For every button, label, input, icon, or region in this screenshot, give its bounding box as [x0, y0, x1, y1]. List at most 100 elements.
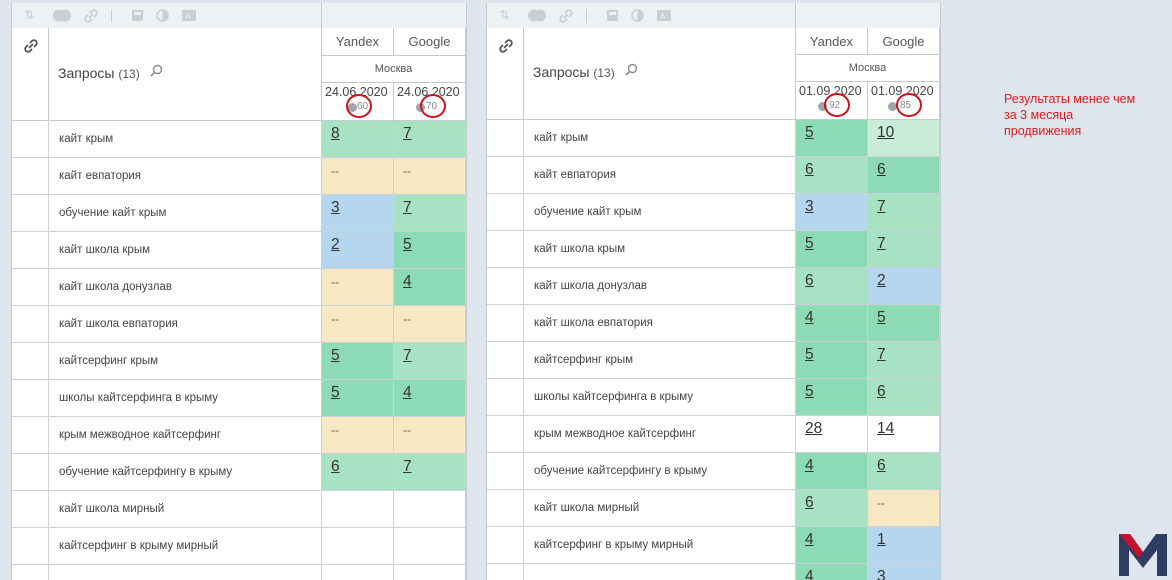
position-cell-yandex[interactable]: 6 — [322, 454, 394, 490]
position-value[interactable]: 5 — [322, 384, 340, 401]
date-header-yandex[interactable]: 01.09.2020 92 — [796, 82, 868, 120]
calculator-icon[interactable] — [606, 9, 619, 22]
calculator-icon[interactable] — [131, 9, 144, 22]
engine-header-google[interactable]: Google — [394, 28, 466, 56]
row-link-cell[interactable] — [12, 195, 49, 231]
position-cell-yandex[interactable]: 4 — [796, 453, 868, 489]
position-value[interactable]: 5 — [394, 236, 412, 253]
position-cell-yandex[interactable]: 6 — [796, 490, 868, 526]
engine-header-google[interactable]: Google — [868, 28, 940, 55]
position-cell-google[interactable]: 7 — [394, 343, 466, 379]
row-link-cell[interactable] — [487, 564, 524, 580]
position-cell-google[interactable]: 6 — [868, 379, 940, 415]
engine-header-yandex[interactable]: Yandex — [322, 28, 394, 56]
row-link-cell[interactable] — [12, 528, 49, 564]
row-link-cell[interactable] — [12, 454, 49, 490]
row-link-cell[interactable] — [12, 158, 49, 194]
position-value[interactable]: 4 — [394, 273, 412, 290]
row-link-cell[interactable] — [487, 379, 524, 415]
position-value[interactable]: 3 — [796, 198, 814, 215]
row-link-cell[interactable] — [487, 268, 524, 304]
position-cell-yandex[interactable]: 6 — [796, 157, 868, 193]
position-value[interactable]: 4 — [394, 384, 412, 401]
position-value[interactable]: 5 — [796, 383, 814, 400]
position-cell-google[interactable]: 7 — [394, 195, 466, 231]
link-icon[interactable] — [559, 9, 573, 23]
position-value[interactable]: 4 — [796, 457, 814, 474]
link-icon[interactable] — [498, 38, 514, 54]
row-link-cell[interactable] — [12, 232, 49, 268]
position-cell-google[interactable]: 10 — [868, 120, 940, 156]
row-link-cell[interactable] — [12, 380, 49, 416]
date-header-yandex[interactable]: 24.06.2020 60 — [322, 83, 394, 121]
position-value[interactable]: 7 — [394, 125, 412, 142]
position-value[interactable]: 5 — [322, 347, 340, 364]
position-cell-google[interactable]: 3 — [868, 564, 940, 580]
position-cell-yandex[interactable]: 4 — [796, 527, 868, 563]
position-cell-google[interactable]: 4 — [394, 380, 466, 416]
toggle-icon[interactable] — [527, 9, 547, 22]
position-cell-yandex[interactable]: 2 — [322, 232, 394, 268]
position-cell-google[interactable]: 7 — [868, 342, 940, 378]
row-link-cell[interactable] — [12, 565, 49, 580]
position-cell-yandex[interactable]: 5 — [322, 380, 394, 416]
position-cell-yandex[interactable]: 5 — [796, 379, 868, 415]
position-value[interactable]: 4 — [796, 309, 814, 326]
toggle-icon[interactable] — [52, 9, 72, 22]
position-cell-google[interactable]: 7 — [394, 454, 466, 490]
row-link-cell[interactable] — [487, 231, 524, 267]
position-cell-yandex[interactable]: 6 — [796, 268, 868, 304]
row-link-cell[interactable] — [487, 157, 524, 193]
position-cell-google[interactable]: 6 — [868, 157, 940, 193]
position-cell-yandex[interactable]: 28 — [796, 416, 868, 452]
row-link-cell[interactable] — [12, 491, 49, 527]
row-link-cell[interactable] — [12, 121, 49, 157]
position-value[interactable]: 6 — [868, 383, 886, 400]
position-value[interactable]: 2 — [322, 236, 340, 253]
position-cell-google[interactable]: 14 — [868, 416, 940, 452]
position-value[interactable]: 6 — [796, 272, 814, 289]
position-value[interactable]: 1 — [868, 531, 886, 548]
row-link-cell[interactable] — [487, 305, 524, 341]
text-size-icon[interactable]: A — [657, 9, 671, 22]
position-value[interactable]: 2 — [868, 272, 886, 289]
position-value[interactable]: 5 — [868, 309, 886, 326]
position-cell-yandex[interactable]: 5 — [796, 231, 868, 267]
row-link-cell[interactable] — [12, 417, 49, 453]
position-cell-google[interactable]: 7 — [868, 194, 940, 230]
position-cell-google[interactable]: 7 — [394, 121, 466, 157]
date-header-google[interactable]: 01.09.2020 85 — [868, 82, 940, 120]
position-value[interactable]: 6 — [796, 494, 814, 511]
row-link-cell[interactable] — [12, 269, 49, 305]
search-icon[interactable] — [625, 63, 638, 76]
position-value[interactable]: 14 — [868, 420, 894, 437]
text-size-icon[interactable]: A — [182, 9, 196, 22]
position-value[interactable]: 6 — [322, 458, 340, 475]
row-link-cell[interactable] — [487, 527, 524, 563]
position-cell-google[interactable]: 6 — [868, 453, 940, 489]
position-value[interactable]: 7 — [868, 198, 886, 215]
position-value[interactable]: 28 — [796, 420, 822, 437]
position-cell-yandex[interactable]: 4 — [796, 564, 868, 580]
position-value[interactable]: 5 — [796, 346, 814, 363]
row-link-cell[interactable] — [487, 490, 524, 526]
position-value[interactable]: 7 — [868, 235, 886, 252]
position-value[interactable]: 6 — [796, 161, 814, 178]
position-cell-yandex[interactable]: 3 — [322, 195, 394, 231]
position-cell-yandex[interactable]: 4 — [796, 305, 868, 341]
row-link-cell[interactable] — [487, 342, 524, 378]
position-value[interactable]: 3 — [868, 568, 886, 580]
position-value[interactable]: 6 — [868, 457, 886, 474]
position-cell-yandex[interactable]: 8 — [322, 121, 394, 157]
position-value[interactable]: 7 — [394, 347, 412, 364]
position-value[interactable]: 3 — [322, 199, 340, 216]
position-value[interactable]: 7 — [394, 458, 412, 475]
position-value[interactable]: 4 — [796, 568, 814, 580]
position-value[interactable]: 7 — [394, 199, 412, 216]
position-value[interactable]: 6 — [868, 161, 886, 178]
position-value[interactable]: 5 — [796, 124, 814, 141]
link-icon[interactable] — [23, 38, 39, 54]
position-cell-google[interactable]: 1 — [868, 527, 940, 563]
position-cell-google[interactable]: 5 — [394, 232, 466, 268]
position-value[interactable]: 8 — [322, 125, 340, 142]
